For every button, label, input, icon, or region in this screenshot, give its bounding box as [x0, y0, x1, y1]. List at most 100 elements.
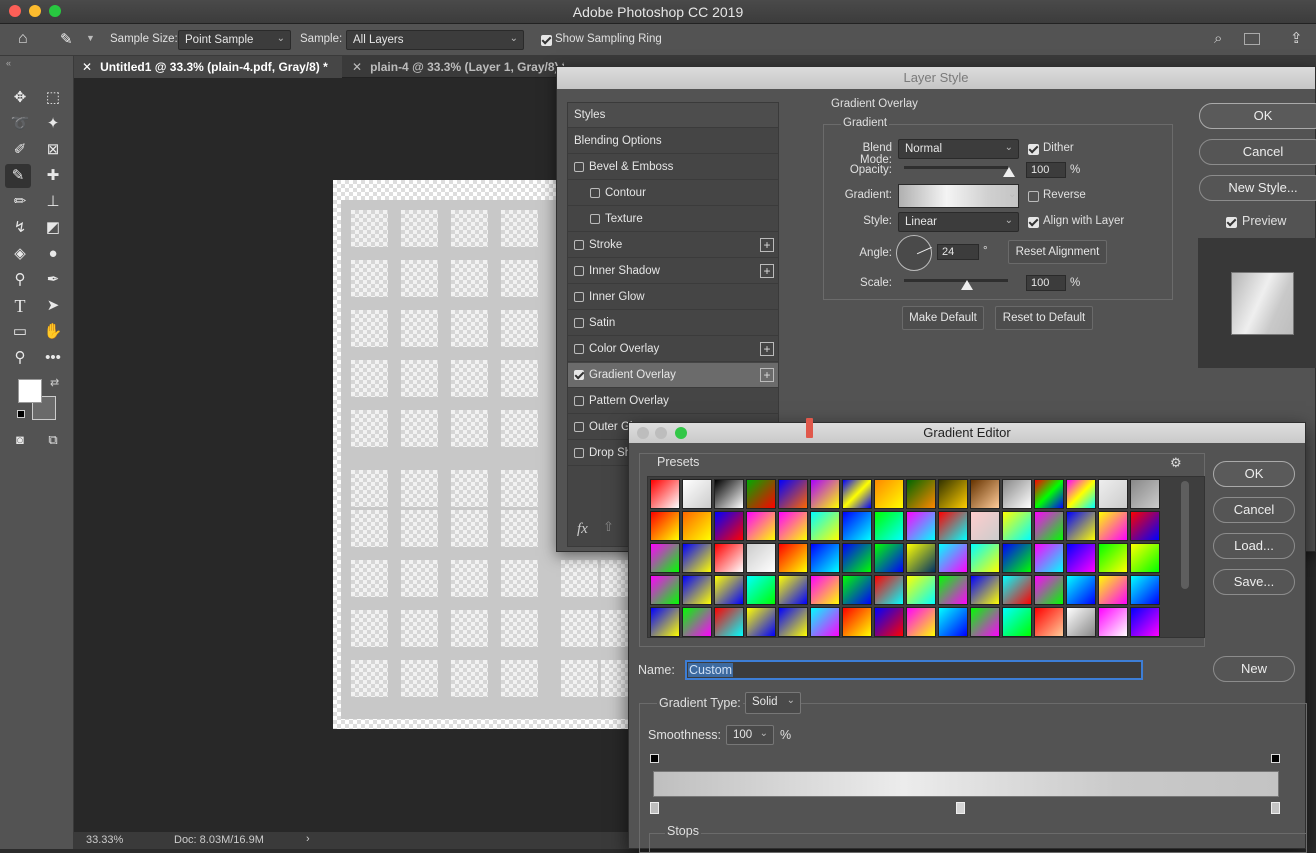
gradient-preset-swatch[interactable] [842, 575, 872, 605]
gradient-preset-swatch[interactable] [906, 543, 936, 573]
reset-alignment-button[interactable]: Reset Alignment [1008, 240, 1107, 264]
opacity-slider-thumb[interactable] [1003, 167, 1015, 177]
gradient-preset-swatch[interactable] [810, 575, 840, 605]
workspace-icon[interactable] [1244, 33, 1260, 45]
ge-minimize-button[interactable] [655, 427, 667, 439]
gradient-preset-swatch[interactable] [1002, 607, 1032, 637]
gradient-preset-swatch[interactable] [938, 543, 968, 573]
gradient-preset-swatch[interactable] [682, 575, 712, 605]
gradient-preset-swatch[interactable] [682, 479, 712, 509]
color-stop-right[interactable] [1271, 802, 1280, 814]
presets-scrollbar[interactable] [1181, 481, 1189, 589]
style-item-pattern-overlay[interactable]: Pattern Overlay [568, 389, 778, 414]
gradient-preset-swatch[interactable] [746, 543, 776, 573]
style-item-gradient-overlay[interactable]: Gradient Overlay + [568, 363, 778, 388]
gradient-preset-swatch[interactable] [778, 607, 808, 637]
gradient-preset-swatch[interactable] [778, 575, 808, 605]
default-colors-icon[interactable] [17, 410, 25, 418]
gradient-preset-swatch[interactable] [1130, 479, 1160, 509]
scale-slider[interactable] [904, 279, 1008, 282]
collapse-icon[interactable]: « [6, 58, 11, 68]
style-item-checkbox[interactable] [574, 447, 584, 458]
gradient-preset-swatch[interactable] [970, 511, 1000, 541]
gradient-preset-swatch[interactable] [1066, 575, 1096, 605]
sample-select[interactable]: All Layers ⌄ [346, 30, 524, 50]
gradient-preset-swatch[interactable] [906, 607, 936, 637]
gradient-preset-swatch[interactable] [650, 575, 680, 605]
search-icon[interactable]: ⌕ [1214, 30, 1222, 47]
style-item-blending-options[interactable]: Blending Options [568, 129, 778, 154]
eraser-tool-icon[interactable]: ◩ [40, 216, 66, 240]
style-item-satin[interactable]: Satin [568, 311, 778, 336]
gradient-preset-swatch[interactable] [874, 511, 904, 541]
gradient-preset-swatch[interactable] [970, 543, 1000, 573]
ge-close-button[interactable] [637, 427, 649, 439]
gradient-preset-swatch[interactable] [970, 575, 1000, 605]
lasso-tool-icon[interactable]: ➰ [7, 112, 33, 136]
gradient-preset-swatch[interactable] [1130, 607, 1160, 637]
style-item-checkbox[interactable] [574, 343, 584, 354]
gradient-preset-swatch[interactable] [1002, 511, 1032, 541]
history-brush-tool-icon[interactable]: ↯ [7, 216, 33, 240]
add-effect-plus-icon[interactable]: + [760, 238, 774, 252]
gradient-preset-swatch[interactable] [714, 543, 744, 573]
style-item-checkbox[interactable] [590, 187, 600, 198]
close-tab-icon[interactable]: ✕ [352, 60, 362, 74]
gradient-preset-swatch[interactable] [842, 543, 872, 573]
gradient-preset-swatch[interactable] [970, 607, 1000, 637]
gradient-preset-swatch[interactable] [1034, 479, 1064, 509]
reset-to-default-button[interactable]: Reset to Default [995, 306, 1093, 330]
gradient-preset-swatch[interactable] [1034, 575, 1064, 605]
gradient-preset-swatch[interactable] [1130, 543, 1160, 573]
home-icon[interactable]: ⌂ [18, 30, 28, 48]
gradient-preset-swatch[interactable] [1002, 543, 1032, 573]
status-chevron-icon[interactable]: › [306, 833, 310, 845]
make-default-button[interactable]: Make Default [902, 306, 984, 330]
gradient-preset-swatch[interactable] [938, 575, 968, 605]
dither-checkbox[interactable] [1028, 142, 1039, 156]
style-item-checkbox[interactable] [574, 421, 584, 432]
paint-bucket-tool-icon[interactable]: ◈ [7, 242, 33, 266]
style-item-checkbox[interactable] [574, 239, 584, 250]
styles-header[interactable]: Styles [568, 103, 778, 128]
ge-new-button[interactable]: New [1213, 656, 1295, 682]
quick-selection-tool-icon[interactable]: ✐ [7, 138, 33, 162]
gradient-preset-swatch[interactable] [746, 607, 776, 637]
gradient-preset-swatch[interactable] [1034, 607, 1064, 637]
gradient-preset-swatch[interactable] [714, 607, 744, 637]
gradient-preset-swatch[interactable] [906, 479, 936, 509]
gradient-preset-swatch[interactable] [938, 511, 968, 541]
style-item-checkbox[interactable] [574, 161, 584, 172]
preview-checkbox[interactable] [1226, 215, 1237, 229]
gradient-type-select[interactable]: Solid ⌄ [745, 692, 801, 714]
gradient-preset-swatch[interactable] [906, 575, 936, 605]
gradient-preset-swatch[interactable] [810, 511, 840, 541]
move-tool-icon[interactable]: ✥ [7, 86, 33, 110]
style-item-color-overlay[interactable]: Color Overlay + [568, 337, 778, 362]
gradient-preset-swatch[interactable] [714, 479, 744, 509]
name-input[interactable]: Custom [685, 660, 1143, 680]
eyedropper-tool-icon[interactable]: ✎ [60, 30, 73, 48]
gradient-preset-swatch[interactable] [650, 607, 680, 637]
show-sampling-ring-checkbox[interactable] [541, 33, 552, 47]
gradient-preset-swatch[interactable] [1034, 543, 1064, 573]
style-item-bevel-emboss[interactable]: Bevel & Emboss [568, 155, 778, 180]
style-item-contour[interactable]: Contour [568, 181, 778, 206]
zoom-tool-icon[interactable]: ⚲ [7, 346, 33, 370]
gradient-preset-swatch[interactable] [1130, 511, 1160, 541]
gradient-dropdown-chevron-icon[interactable]: ⌄ [1008, 189, 1016, 200]
pen-tool-icon[interactable]: ✒ [40, 268, 66, 292]
gradient-preset-swatch[interactable] [1098, 543, 1128, 573]
opacity-stop-right[interactable] [1271, 754, 1280, 763]
gradient-preset-swatch[interactable] [842, 511, 872, 541]
add-effect-plus-icon[interactable]: + [760, 368, 774, 382]
color-stop-left[interactable] [650, 802, 659, 814]
opacity-slider[interactable] [904, 166, 1008, 169]
marquee-tool-icon[interactable]: ⬚ [40, 86, 66, 110]
magic-wand-tool-icon[interactable]: ✦ [40, 112, 66, 136]
blend-mode-select[interactable]: Normal ⌄ [898, 139, 1019, 159]
gradient-preset-swatch[interactable] [778, 479, 808, 509]
gradient-preset-swatch[interactable] [1066, 479, 1096, 509]
layer-style-ok-button[interactable]: OK [1199, 103, 1316, 129]
gradient-bar[interactable] [653, 771, 1279, 797]
